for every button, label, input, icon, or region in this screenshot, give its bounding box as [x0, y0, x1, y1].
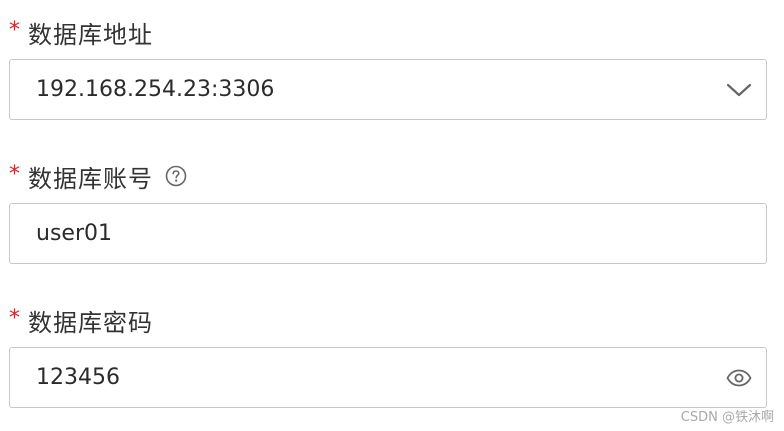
db-address-label: 数据库地址	[28, 20, 153, 49]
db-password-label-row: * 数据库密码	[9, 304, 153, 337]
db-account-value: user01	[36, 221, 112, 246]
question-circle-icon[interactable]	[165, 165, 187, 187]
db-account-input[interactable]: user01	[9, 203, 767, 264]
watermark: CSDN @铁沐啊	[680, 410, 774, 425]
db-address-select[interactable]: 192.168.254.23:3306	[9, 59, 767, 120]
db-password-value: 123456	[36, 365, 120, 390]
db-address-label-row: * 数据库地址	[9, 16, 153, 49]
db-address-value: 192.168.254.23:3306	[36, 77, 275, 102]
required-mark: *	[9, 306, 20, 331]
eye-icon[interactable]	[726, 369, 752, 387]
required-mark: *	[9, 162, 20, 187]
db-account-label: 数据库账号	[28, 164, 153, 193]
chevron-down-icon[interactable]	[726, 82, 752, 98]
db-password-label: 数据库密码	[28, 308, 153, 337]
db-password-input[interactable]: 123456	[9, 347, 767, 408]
required-mark: *	[9, 18, 20, 43]
db-account-label-row: * 数据库账号	[9, 160, 187, 193]
